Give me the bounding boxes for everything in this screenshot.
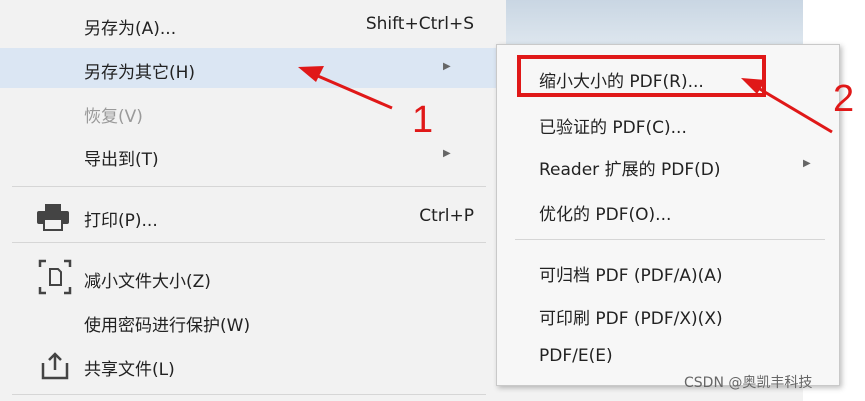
annotation-arrows xyxy=(298,66,833,134)
step-number-1: 1 xyxy=(412,99,434,141)
watermark: CSDN @奥凯丰科技 xyxy=(684,375,813,391)
step-number-2: 2 xyxy=(833,78,855,120)
arrow-2-line xyxy=(747,80,833,134)
arrow-1-head xyxy=(298,66,324,82)
